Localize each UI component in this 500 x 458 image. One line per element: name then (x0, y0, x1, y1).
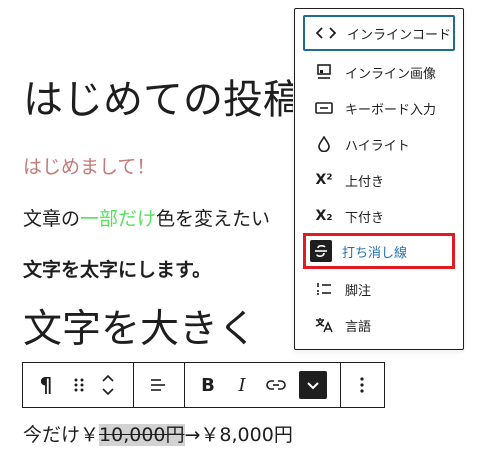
paragraph-price[interactable]: 今だけ￥10,000円→￥8,000円 (23, 420, 293, 447)
strikethrough-icon (310, 240, 332, 262)
menu-item-strikethrough[interactable]: 打ち消し線 (303, 233, 455, 269)
more-formats-button[interactable] (299, 371, 327, 399)
italic-button[interactable]: I (227, 363, 257, 407)
drag-handle-icon[interactable] (67, 363, 91, 407)
options-button[interactable] (347, 363, 377, 407)
paragraph-color[interactable]: 文章の一部だけ色を変えたい (23, 204, 270, 231)
menu-item-inline-image[interactable]: インライン画像 (303, 54, 455, 90)
menu-item-inline-code[interactable]: インラインコード (303, 15, 455, 51)
inline-image-icon (313, 64, 335, 80)
heading-large[interactable]: 文字を大きく (23, 302, 257, 358)
keyboard-icon (313, 102, 335, 114)
colored-text: 一部だけ (80, 208, 157, 230)
menu-item-footnote[interactable]: 脚注 (303, 271, 455, 307)
menu-item-label: 脚注 (345, 283, 372, 299)
chevron-down-icon (307, 382, 319, 390)
move-block-buttons[interactable] (95, 363, 121, 407)
paragraph-bold[interactable]: 文字を太字にします。 (23, 255, 211, 282)
post-title[interactable]: はじめての投稿 (23, 70, 293, 130)
footnote-icon (313, 282, 335, 296)
paragraph-text: →￥8,000円 (184, 424, 293, 446)
paragraph-greeting[interactable]: はじめまして！ (23, 152, 155, 179)
block-toolbar: ¶ B I (22, 362, 385, 408)
menu-item-keyboard-input[interactable]: キーボード入力 (303, 90, 455, 126)
menu-item-label: インライン画像 (345, 66, 437, 82)
menu-item-highlight[interactable]: ハイライト (303, 126, 455, 162)
code-icon (315, 27, 337, 39)
link-icon (266, 380, 286, 390)
menu-item-label: キーボード入力 (345, 102, 437, 118)
align-button[interactable] (143, 363, 173, 407)
menu-item-label: ハイライト (345, 138, 410, 154)
more-vertical-icon (360, 377, 364, 393)
droplet-icon (313, 136, 335, 152)
superscript-icon: X² (315, 172, 333, 188)
language-icon (313, 317, 335, 333)
menu-item-label: 言語 (345, 319, 372, 335)
paragraph-text: 文章の (23, 208, 81, 230)
paragraph-text: 今だけ￥ (23, 424, 100, 446)
menu-item-superscript[interactable]: X² 上付き (303, 162, 455, 198)
menu-item-label: インラインコード (347, 27, 452, 43)
menu-item-label: 上付き (345, 174, 385, 190)
strikethrough-text: 10,000円 (99, 424, 185, 446)
paragraph-block-button[interactable]: ¶ (29, 363, 63, 407)
move-up-down-icon (102, 374, 114, 396)
menu-item-label: 下付き (345, 210, 385, 226)
bold-button[interactable]: B (193, 363, 223, 407)
menu-item-language[interactable]: 言語 (303, 307, 455, 343)
menu-item-label: 打ち消し線 (342, 245, 408, 261)
link-button[interactable] (261, 363, 291, 407)
paragraph-text: 色を変えたい (156, 208, 271, 230)
align-icon (151, 379, 165, 391)
subscript-icon: X₂ (315, 208, 333, 224)
menu-item-subscript[interactable]: X₂ 下付き (303, 198, 455, 234)
format-dropdown-menu: インラインコード インライン画像 キーボード入力 ハイライト X² 上付き X₂… (294, 8, 464, 350)
